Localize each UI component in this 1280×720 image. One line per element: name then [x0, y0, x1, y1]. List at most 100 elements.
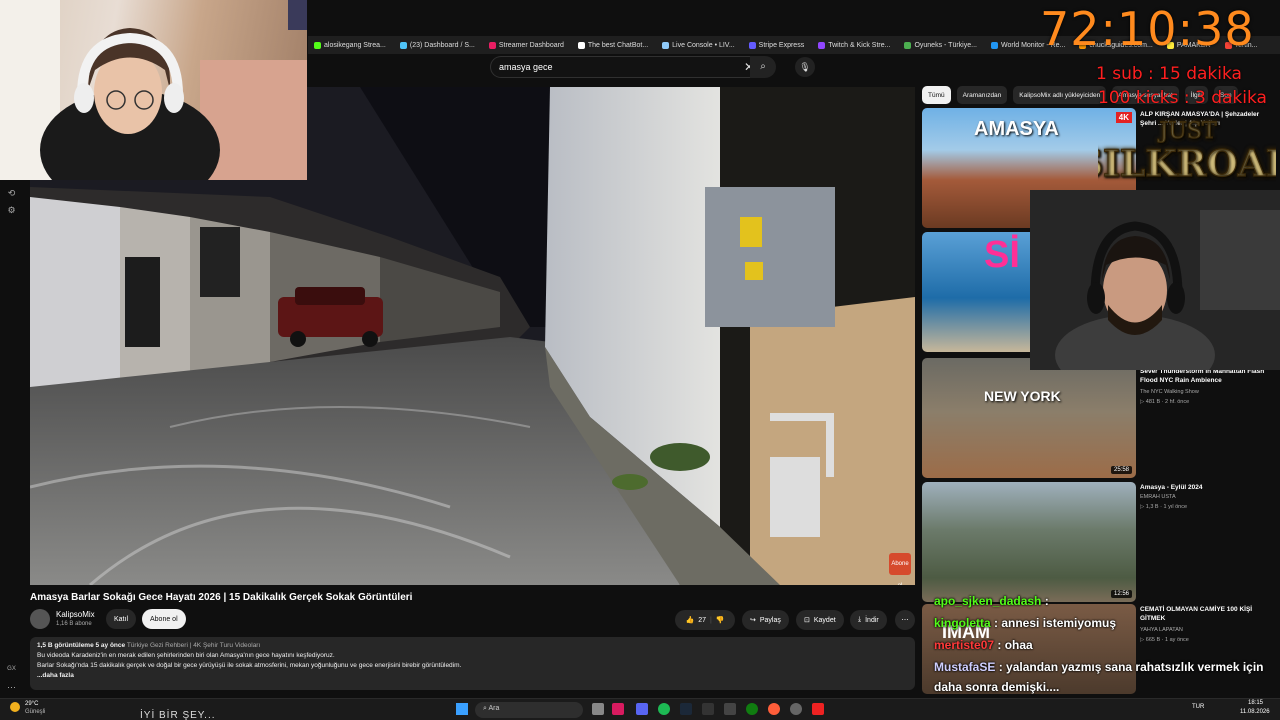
bookmark-label: Stripe Express	[758, 41, 805, 49]
weather-icon[interactable]	[10, 702, 20, 712]
rec-stats-4: ▷ 1,3 B · 1 yıl önce	[1140, 504, 1188, 510]
chip-0[interactable]: Tümü	[922, 86, 951, 104]
chat-username[interactable]: kingoletta	[934, 616, 991, 630]
description-line2: Barlar Sokağı'nda 15 dakikalık gerçek ve…	[37, 662, 462, 669]
join-label: Katıl	[114, 615, 129, 623]
bookmark-label: The best ChatBot...	[587, 41, 649, 49]
chat-username[interactable]: apo_sjken_dadash	[934, 594, 1041, 608]
language-indicator[interactable]: TUR	[1192, 704, 1204, 710]
description-meta-row: 1,5 B görüntüleme 5 ay önce Türkiye Gezi…	[37, 641, 908, 651]
gear-icon[interactable]: ⚙	[6, 205, 17, 216]
obs-icon[interactable]	[790, 703, 802, 715]
subscribe-watermark[interactable]: Abone ol	[889, 553, 911, 585]
channel-avatar[interactable]	[30, 609, 50, 629]
rec-thumb-3-text: NEW YORK	[984, 388, 1061, 404]
history-icon[interactable]: ⟲	[6, 188, 17, 199]
chat-separator: :	[1041, 594, 1049, 608]
bookmark-label: Live Console • LIV...	[672, 41, 735, 49]
goal-subs: 1 sub : 15 dakika	[1096, 64, 1242, 84]
bookmark-item[interactable]: Live Console • LIV...	[662, 41, 735, 49]
chip-1[interactable]: Aramanızdan	[956, 86, 1008, 104]
windows-start-icon[interactable]	[456, 703, 468, 715]
capcut-icon[interactable]	[724, 703, 736, 715]
rec-channel-3[interactable]: The NYC Walking Show	[1140, 388, 1270, 396]
chat-message: mertiste07 : ohaa	[934, 638, 1033, 652]
search-input-value: amasya gece	[499, 62, 553, 72]
description-tags[interactable]: Türkiye Gezi Rehberi | 4K Şehir Turu Vid…	[127, 642, 260, 649]
rec-channel-4[interactable]: EMRAH USTA	[1140, 493, 1270, 501]
bookmark-item[interactable]: Oyuneks - Türkiye...	[904, 41, 977, 49]
description-more[interactable]: ...daha fazla	[37, 671, 908, 681]
download-button[interactable]: ⤓ İndir	[850, 610, 887, 630]
bookmark-item[interactable]: alosikegang Strea...	[314, 41, 386, 49]
chat-message: MustafaSE : yalandan yazmış sana rahatsı…	[934, 660, 1264, 674]
rec-thumb-3[interactable]: NEW YORK 25:58	[922, 358, 1136, 478]
chat-username[interactable]: MustafaSE	[934, 660, 995, 674]
share-button[interactable]: ↪ Paylaş	[742, 610, 789, 630]
rec-duration-4: 12:56	[1110, 590, 1132, 598]
svg-text:SILKROAD: SILKROAD	[1098, 143, 1276, 185]
silkroad-logo: JUST SILKROAD	[1076, 112, 1280, 188]
left-sidebar: ⟲ ⚙ GX ⋯	[0, 180, 22, 693]
silkroad-logo-art: JUST SILKROAD	[1076, 119, 1280, 186]
app-icon[interactable]	[812, 703, 824, 715]
taskbar-search[interactable]: ⌕ Ara	[475, 702, 583, 718]
epic-icon[interactable]	[702, 703, 714, 715]
search-button[interactable]: ⌕	[750, 56, 776, 78]
sidebar-label: GX	[7, 666, 16, 672]
clock-date[interactable]: 11.08.2026	[1240, 709, 1270, 715]
chrome-icon[interactable]	[768, 703, 780, 715]
video-title: Amasya Barlar Sokağı Gece Hayatı 2026 | …	[30, 592, 413, 603]
thumbs-down-icon[interactable]: 👎	[716, 616, 725, 624]
task-view-icon[interactable]	[592, 703, 604, 715]
chat-username[interactable]: mertiste07	[934, 638, 994, 652]
webcam-frame	[0, 0, 307, 180]
bookmark-item[interactable]: Streamer Dashboard	[488, 41, 564, 49]
bookmark-label: Oyuneks - Türkiye...	[914, 41, 977, 49]
bookmark-icon: ⊡	[804, 617, 810, 624]
rec-title-4[interactable]: Amasya - Eylül 2024	[1140, 483, 1270, 492]
bookmark-item[interactable]: (23) Dashboard / S...	[399, 41, 475, 49]
rec-thumb-4[interactable]: 12:56	[922, 482, 1136, 602]
bookmark-item[interactable]: Stripe Express	[748, 41, 805, 49]
steam-icon[interactable]	[680, 703, 692, 715]
spotify-icon[interactable]	[658, 703, 670, 715]
rec-channel-5[interactable]: YAHYA LAPATAN	[1140, 626, 1270, 634]
webcam2-frame	[1030, 190, 1280, 370]
bookmark-favicon-icon	[314, 41, 321, 49]
bookmark-item[interactable]: Twitch & Kick Stre...	[818, 41, 890, 49]
save-button[interactable]: ⊡ Kaydet	[796, 610, 844, 630]
download-label: İndir	[865, 616, 879, 624]
channel-subs: 1,16 B abone	[56, 621, 92, 627]
bookmark-favicon-icon	[748, 41, 756, 49]
bookmark-label: (23) Dashboard / S...	[409, 41, 475, 49]
divider: |	[709, 616, 712, 624]
chip-2[interactable]: KalipsoMix adlı yükleyiciden	[1013, 86, 1107, 104]
search-input[interactable]: amasya gece ✕	[490, 56, 760, 78]
bookmark-favicon-icon	[399, 41, 407, 49]
xbox-icon[interactable]	[746, 703, 758, 715]
subscribe-button[interactable]: Abone ol	[142, 609, 186, 629]
description-box[interactable]: 1,5 B görüntüleme 5 ay önce Türkiye Gezi…	[30, 637, 915, 690]
rec-thumb-2-text: Sİ	[984, 234, 1020, 276]
discord-icon[interactable]	[636, 703, 648, 715]
description-line1: Bu videoda Karadeniz'in en merak edilen …	[37, 652, 335, 659]
rec-title-5[interactable]: CEMATİ OLMAYAN CAMİYE 100 KİŞİ GİTMEK	[1140, 605, 1270, 623]
share-label: Paylaş	[759, 616, 781, 624]
join-button[interactable]: Katıl	[106, 609, 137, 629]
channel-name[interactable]: KalipsoMix	[56, 610, 95, 619]
share-icon: ↪	[750, 617, 756, 624]
more-actions-button[interactable]: ⋯	[895, 610, 915, 630]
clock-time[interactable]: 18:15	[1248, 700, 1263, 706]
bookmark-item[interactable]: The best ChatBot...	[577, 41, 649, 49]
mic-button[interactable]: 🎙	[795, 57, 815, 77]
thumbs-up-icon[interactable]: 👍	[685, 616, 694, 624]
rec-duration-3: 25:58	[1110, 466, 1132, 474]
weather-temp: 29°C	[25, 701, 39, 707]
subathon-timer: 72:10:38	[1040, 2, 1255, 56]
opera-icon[interactable]	[612, 703, 624, 715]
more-icon[interactable]: ⋯	[6, 682, 17, 693]
taskbar-search-label: Ara	[488, 705, 500, 712]
mic-icon: 🎙	[799, 62, 811, 72]
like-dislike-button[interactable]: 👍 27 | 👎	[675, 610, 735, 630]
